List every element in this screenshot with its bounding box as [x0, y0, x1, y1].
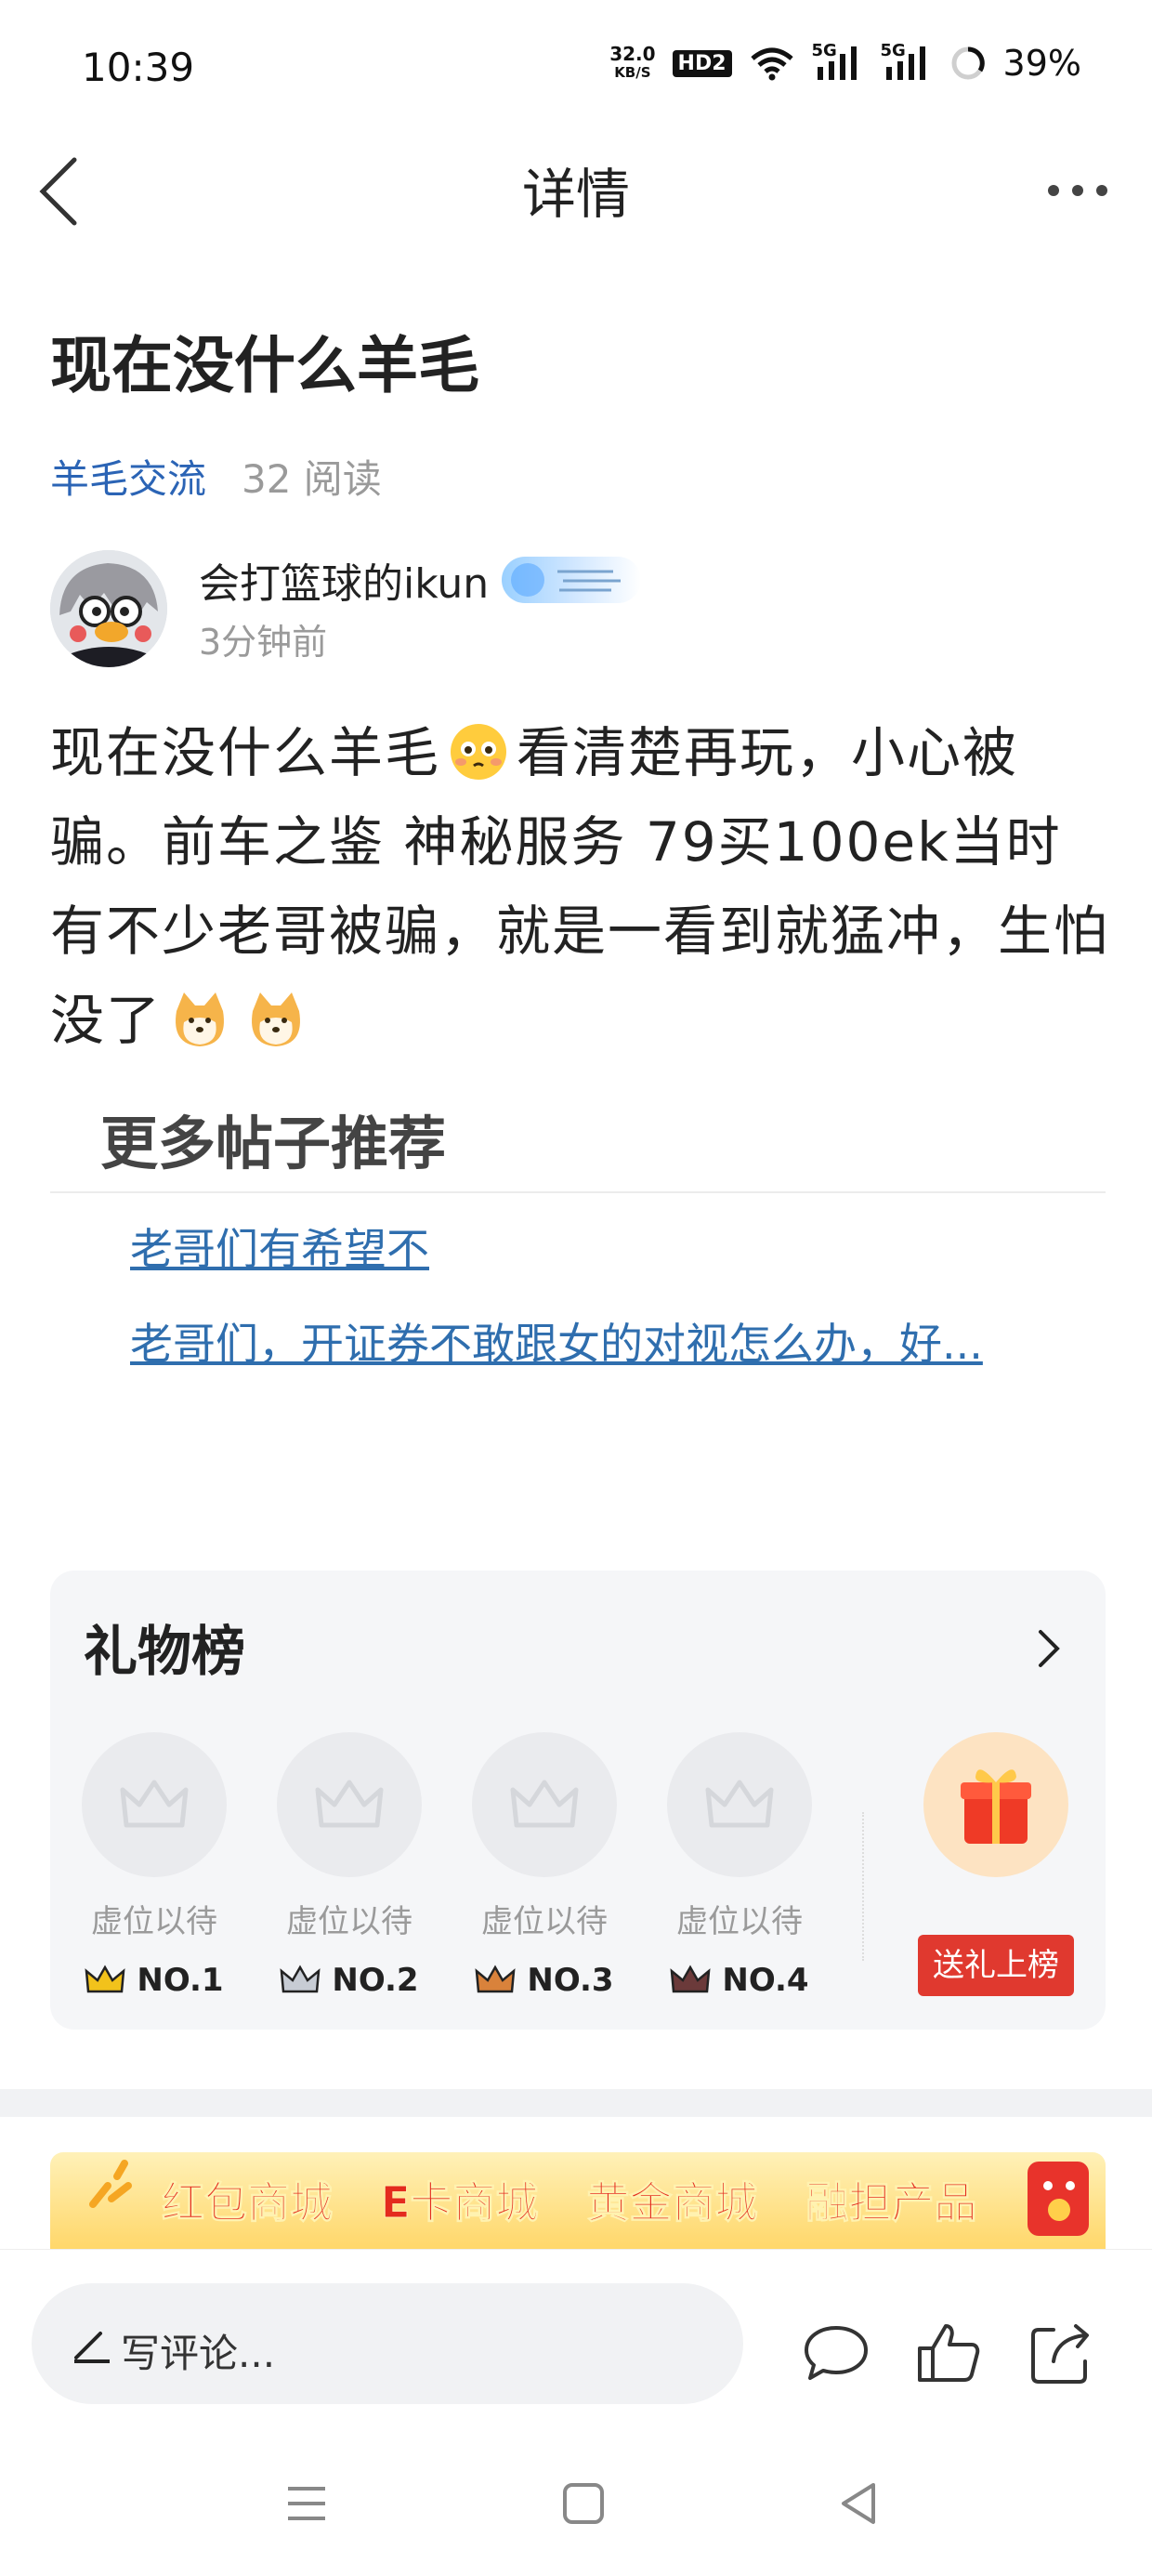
- page-title: 详情: [521, 163, 630, 226]
- slot-rank: NO.4: [667, 1962, 812, 1999]
- more-dots-icon: [1048, 185, 1107, 196]
- comment-placeholder: 写评论...: [121, 2331, 276, 2376]
- signal-icon-1: 5G: [812, 41, 864, 82]
- crown-outline-icon: [510, 1780, 579, 1828]
- comment-input[interactable]: 写评论...: [32, 2283, 743, 2404]
- crown-rank-icon: [280, 1965, 321, 1993]
- hd-badge: HD2: [672, 49, 732, 77]
- slot-label: 虚位以待: [286, 1903, 412, 1940]
- read-count: 32 阅读: [242, 456, 382, 502]
- more-posts-title: 更多帖子推荐: [100, 1110, 447, 1177]
- empty-slot-avatar: [472, 1732, 617, 1877]
- slot-rank: NO.2: [277, 1962, 422, 1999]
- avatar[interactable]: [50, 550, 167, 667]
- system-navigation-bar: [0, 2435, 1152, 2576]
- status-indicators: 32.0 KB/S HD2 5G 5G 39%: [609, 41, 1081, 84]
- status-time: 10:39: [82, 45, 195, 90]
- empty-slot-avatar: [277, 1732, 422, 1877]
- section-separator: [0, 2089, 1152, 2117]
- slot-rank-text: NO.1: [137, 1962, 224, 1999]
- bottom-action-bar: 写评论...: [0, 2249, 1152, 2404]
- slot-rank-text: NO.4: [722, 1962, 809, 1999]
- battery-percent: 39%: [1002, 43, 1081, 84]
- slot-rank: NO.1: [82, 1962, 227, 1999]
- comment-bubble-icon[interactable]: [801, 2319, 871, 2389]
- signal-icon-2: 5G: [881, 41, 933, 82]
- author-name-row: 会打篮球的ikun: [199, 550, 642, 610]
- net-speed-value: 32.0: [609, 43, 656, 65]
- sparkle-icon: [89, 2160, 132, 2208]
- crown-outline-icon: [315, 1780, 384, 1828]
- banner-items: 红包商城 E卡商城 黄金商城 融担产品: [162, 2169, 977, 2230]
- top-nav-bar: 详情: [0, 139, 1152, 251]
- banner-item[interactable]: 黄金商城: [586, 2169, 758, 2230]
- more-button[interactable]: [1041, 167, 1115, 214]
- banner-item[interactable]: 红包商城: [162, 2169, 334, 2230]
- recommended-post-link[interactable]: 老哥们有希望不: [130, 1216, 429, 1277]
- post-title: 现在没什么羊毛: [50, 330, 479, 401]
- gift-board-panel: 礼物榜 虚位以待 NO.1 虚位以待 NO.2 虚位以待 NO.3 虚位以待 N…: [50, 1571, 1106, 2030]
- post-time: 3分钟前: [199, 622, 328, 663]
- divider: [862, 1812, 864, 1961]
- gift-box-button[interactable]: [923, 1732, 1068, 1877]
- post-body-text-1: 现在没什么羊毛: [50, 721, 441, 784]
- slot-label: 虚位以待: [676, 1903, 803, 1940]
- slot-rank-text: NO.3: [527, 1962, 614, 1999]
- banner-item[interactable]: 融担产品: [805, 2169, 977, 2230]
- back-triangle-icon[interactable]: [831, 2476, 886, 2531]
- status-bar: 10:39 32.0 KB/S HD2 5G 5G 39%: [0, 0, 1152, 139]
- gift-board-more-button[interactable]: [1031, 1623, 1068, 1675]
- battery-ring-icon: [951, 46, 985, 80]
- gift-slot[interactable]: 虚位以待 NO.1: [82, 1732, 227, 1999]
- share-icon[interactable]: [1026, 2319, 1096, 2389]
- empty-slot-avatar: [667, 1732, 812, 1877]
- empty-slot-avatar: [82, 1732, 227, 1877]
- crown-outline-icon: [120, 1780, 189, 1828]
- pencil-icon: [74, 2332, 110, 2363]
- net-speed-unit: KB/S: [614, 64, 651, 81]
- author-name[interactable]: 会打篮球的ikun: [199, 550, 489, 610]
- cartoon-avatar-icon: [50, 550, 167, 667]
- gift-board-title: 礼物榜: [84, 1620, 246, 1683]
- author-row: 会打篮球的ikun 3分钟前: [50, 550, 1091, 671]
- shiba-dog-emoji-icon: [169, 987, 230, 1048]
- gift-slot[interactable]: 虚位以待 NO.4: [667, 1732, 812, 1999]
- post-meta: 羊毛交流 32 阅读: [50, 448, 382, 505]
- thumbs-up-icon[interactable]: [912, 2319, 983, 2389]
- gift-box-icon: [961, 1769, 1031, 1844]
- slot-label: 虚位以待: [91, 1903, 217, 1940]
- red-envelope-mascot-icon: [1028, 2162, 1089, 2236]
- slot-rank-text: NO.2: [332, 1962, 419, 1999]
- home-square-icon[interactable]: [556, 2476, 611, 2531]
- mall-banner[interactable]: 红包商城 E卡商城 黄金商城 融担产品: [50, 2152, 1106, 2249]
- shy-face-emoji-icon: [448, 719, 509, 781]
- send-gift-button[interactable]: 送礼上榜: [918, 1935, 1074, 1996]
- forum-link[interactable]: 羊毛交流: [50, 448, 206, 505]
- user-level-badge: [502, 557, 642, 603]
- slot-label: 虚位以待: [481, 1903, 608, 1940]
- gift-slot[interactable]: 虚位以待 NO.2: [277, 1732, 422, 1999]
- chevron-right-icon: [1039, 1630, 1060, 1667]
- banner-item[interactable]: E卡商城: [380, 2169, 538, 2230]
- crown-rank-icon: [85, 1965, 125, 1993]
- gift-slot[interactable]: 虚位以待 NO.3: [472, 1732, 617, 1999]
- net-speed: 32.0 KB/S: [609, 45, 655, 82]
- wifi-icon: [750, 47, 793, 81]
- crown-rank-icon: [670, 1965, 711, 1993]
- divider: [50, 1191, 1106, 1193]
- badge-emblem-icon: [511, 563, 622, 597]
- recommended-post-link[interactable]: 老哥们，开证券不敢跟女的对视怎么办，好...: [130, 1310, 1041, 1372]
- menu-lines-icon[interactable]: [279, 2476, 334, 2531]
- crown-rank-icon: [475, 1965, 516, 1993]
- crown-outline-icon: [705, 1780, 774, 1828]
- post-body: 现在没什么羊毛 看清楚再玩，小心被骗。前车之鉴 神秘服务 79买100ek当时有不…: [50, 708, 1109, 1065]
- shiba-dog-emoji-icon: [245, 987, 307, 1048]
- slot-rank: NO.3: [472, 1962, 617, 1999]
